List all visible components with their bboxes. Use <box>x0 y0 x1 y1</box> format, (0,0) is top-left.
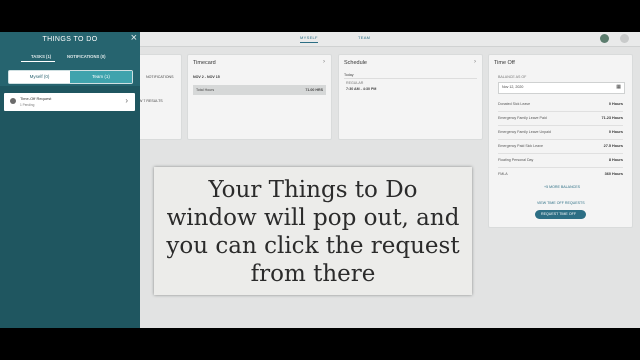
balance-name: Donated Sick Leave <box>498 102 531 106</box>
more-balances-link[interactable]: +5 MORE BALANCES <box>544 185 580 189</box>
balance-name: Emergency Family Leave Paid <box>498 116 547 120</box>
total-hours-row: Total Hours 71.00 HRS <box>193 85 326 95</box>
tab-myself[interactable]: MYSELF <box>300 35 318 43</box>
chevron-right-icon[interactable]: › <box>323 59 325 65</box>
schedule-title: Schedule <box>344 60 367 66</box>
balance-value: 360 Hours <box>604 172 623 176</box>
balance-value: 71.23 Hours <box>601 116 623 120</box>
caption-line: you can click the request <box>166 233 460 259</box>
schedule-card[interactable]: Schedule › Today REGULAR 7:30 AM - 4:30 … <box>338 54 483 140</box>
balance-row: Donated Sick Leave 0 Hours <box>498 98 623 112</box>
panel-title: THINGS TO DO <box>42 36 98 43</box>
divider <box>344 78 477 79</box>
balance-row: Floating Personal Day 8 Hours <box>498 154 623 168</box>
request-status: 1 Pending <box>20 103 35 107</box>
total-hours-value: 71.00 HRS <box>305 88 323 92</box>
balance-label: BALANCE AS OF <box>498 75 527 79</box>
balance-row: Emergency Paid Sick Leave 27.5 Hours <box>498 140 623 154</box>
shift-type: REGULAR <box>346 81 364 85</box>
things-to-do-panel: THINGS TO DO × TASKS (1) NOTIFICATIONS (… <box>0 32 140 328</box>
close-icon[interactable]: × <box>131 33 137 44</box>
chevron-right-icon[interactable]: › <box>474 59 476 65</box>
request-status-icon <box>10 98 16 104</box>
total-hours-label: Total Hours <box>196 88 215 92</box>
caption-line: Your Things to Do <box>208 177 418 203</box>
timecard-card[interactable]: Timecard › NOV 2 - NOV 15 Total Hours 71… <box>187 54 332 140</box>
balance-value: 0 Hours <box>608 102 623 106</box>
request-time-off-label: REQUEST TIME OFF <box>541 212 577 216</box>
request-time-off-button[interactable]: REQUEST TIME OFF <box>535 210 586 219</box>
toggle-team[interactable]: Team (1) <box>70 71 132 83</box>
time-off-card: Time Off BALANCE AS OF Nov 12, 2020 ▦ Do… <box>488 54 633 228</box>
calendar-icon[interactable]: ▦ <box>616 84 621 90</box>
balance-row: Emergency Family Leave Unpaid 0 Hours <box>498 126 623 140</box>
caption-line: from there <box>250 261 376 287</box>
caption-line: window will pop out, and <box>166 205 460 231</box>
schedule-today: Today <box>344 73 354 77</box>
tab-tasks[interactable]: TASKS (1) <box>31 54 51 59</box>
balance-name: Emergency Family Leave Unpaid <box>498 130 551 134</box>
time-off-request-item[interactable]: Time-Off Request 1 Pending › <box>4 93 135 111</box>
balance-name: FMLA <box>498 172 508 176</box>
timecard-range: NOV 2 - NOV 15 <box>193 75 220 79</box>
top-navigation: MYSELF TEAM <box>140 32 640 47</box>
myself-team-toggle: Myself (0) Team (1) <box>8 70 133 84</box>
balance-row: FMLA 360 Hours <box>498 168 623 181</box>
time-off-title: Time Off <box>494 60 515 66</box>
results-label: W 7 RESULTS <box>139 99 163 103</box>
chevron-right-icon[interactable]: › <box>125 96 128 105</box>
date-value: Nov 12, 2020 <box>502 85 524 89</box>
shift-time: 7:30 AM - 4:30 PM <box>346 87 377 91</box>
caption-text: Your Things to Do window will pop out, a… <box>154 176 472 288</box>
tab-team[interactable]: TEAM <box>358 35 370 40</box>
toggle-myself[interactable]: Myself (0) <box>9 71 70 83</box>
balance-row: Emergency Family Leave Paid 71.23 Hours <box>498 112 623 126</box>
tab-notifications[interactable]: NOTIFICATIONS (0) <box>67 54 106 59</box>
timecard-title: Timecard <box>193 60 216 66</box>
request-title: Time-Off Request <box>20 96 52 101</box>
balance-value: 8 Hours <box>608 158 623 162</box>
balance-name: Floating Personal Day <box>498 158 534 162</box>
balance-name: Emergency Paid Sick Leave <box>498 144 543 148</box>
view-requests-link[interactable]: VIEW TIME OFF REQUESTS <box>537 201 585 205</box>
active-tab-indicator <box>21 61 55 62</box>
balance-value: 27.5 Hours <box>603 144 623 148</box>
notifications-label: NOTIFICATIONS <box>146 75 174 79</box>
avatar[interactable] <box>620 34 629 43</box>
panel-header: THINGS TO DO × TASKS (1) NOTIFICATIONS (… <box>0 32 140 86</box>
date-input[interactable]: Nov 12, 2020 ▦ <box>498 82 625 94</box>
caption-box: Your Things to Do window will pop out, a… <box>154 167 472 295</box>
notification-icon[interactable] <box>600 34 609 43</box>
balance-value: 0 Hours <box>608 130 623 134</box>
